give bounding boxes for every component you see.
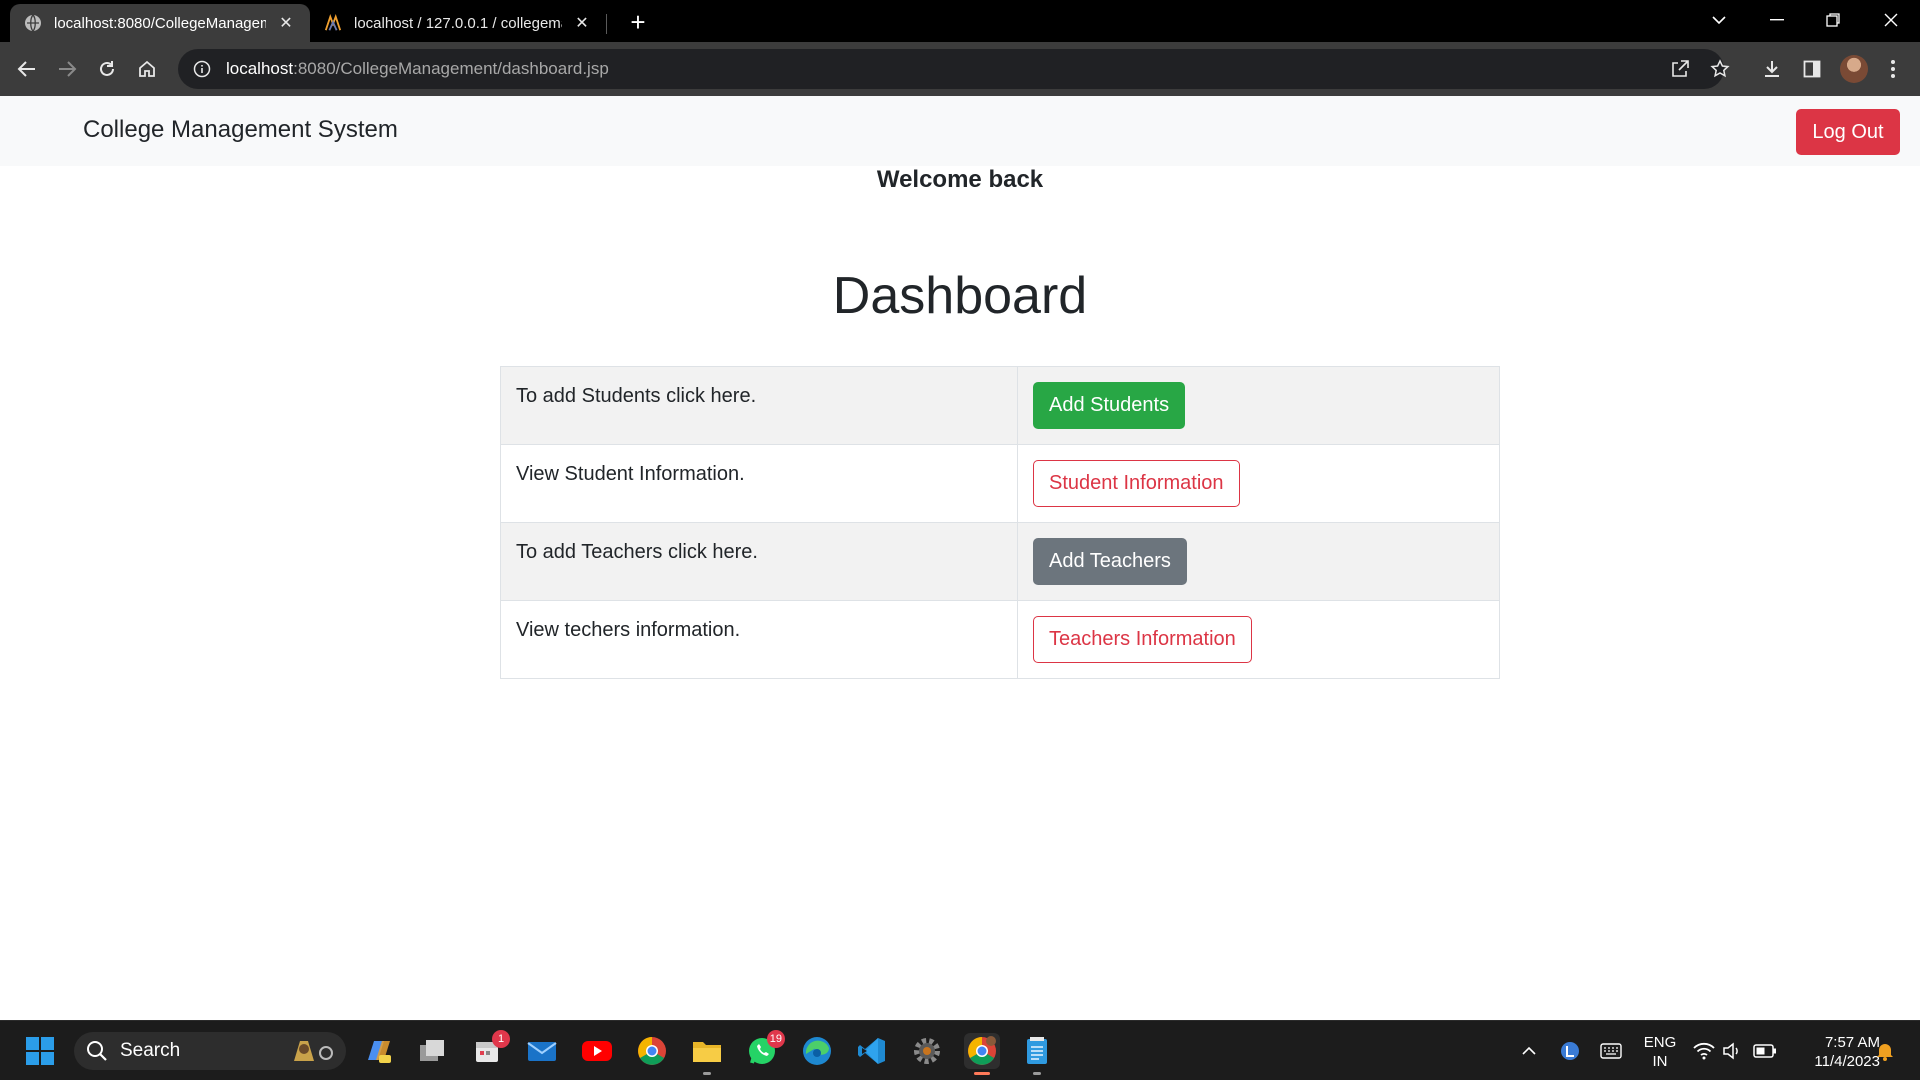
row-action-cell: Add Teachers: [1017, 522, 1500, 601]
region-code: IN: [1652, 1053, 1668, 1070]
site-info-icon[interactable]: [192, 59, 212, 79]
navbar: College Management System Log Out: [0, 96, 1920, 166]
table-row: To add Teachers click here. Add Teachers: [500, 522, 1500, 601]
search-highlight-icon: [286, 1037, 336, 1065]
more-menu-icon[interactable]: [1878, 54, 1908, 84]
calendar-badge: 1: [492, 1030, 510, 1048]
browser-toolbar: localhost:8080/CollegeManagement/dashboa…: [0, 42, 1920, 96]
search-placeholder: Search: [120, 1040, 181, 1061]
forward-arrow-icon[interactable]: [52, 54, 82, 84]
mail-icon[interactable]: [524, 1033, 560, 1069]
download-icon[interactable]: [1757, 54, 1787, 84]
windows-start-icon[interactable]: [22, 1033, 58, 1069]
back-arrow-icon[interactable]: [12, 54, 42, 84]
taskbar: Search 1 19 ENG IN 7:57 AM 11/4/2023: [0, 1020, 1920, 1080]
minimize-icon[interactable]: [1752, 0, 1802, 40]
clock-date: 11/4/2023: [1814, 1053, 1880, 1070]
close-tab-icon[interactable]: ✕: [572, 13, 592, 33]
row-description: To add Teachers click here.: [500, 522, 1018, 601]
system-clock[interactable]: 7:57 AM 11/4/2023: [1790, 1033, 1880, 1071]
row-action-cell: Teachers Information: [1017, 600, 1500, 679]
browser-tab-bar: localhost:8080/CollegeManagem ✕ localhos…: [0, 0, 1920, 42]
chrome-icon[interactable]: [634, 1033, 670, 1069]
web-page: College Management System Log Out Welcom…: [0, 96, 1920, 1020]
copilot-icon[interactable]: [360, 1033, 396, 1069]
profile-avatar[interactable]: [1840, 55, 1868, 83]
running-indicator: [974, 1072, 990, 1075]
reload-icon[interactable]: [92, 54, 122, 84]
language-code: ENG: [1643, 1034, 1677, 1051]
phpmyadmin-icon: [324, 14, 342, 32]
row-action-cell: Student Information: [1017, 444, 1500, 523]
tray-app-icon[interactable]: [1558, 1021, 1582, 1080]
teachers-information-button[interactable]: Teachers Information: [1033, 616, 1252, 663]
clock-time: 7:57 AM: [1824, 1034, 1880, 1051]
dashboard-table: To add Students click here. Add Students…: [500, 366, 1500, 679]
restore-icon[interactable]: [1808, 0, 1858, 40]
youtube-icon[interactable]: [579, 1033, 615, 1069]
running-indicator: [703, 1072, 711, 1075]
new-tab-plus-icon[interactable]: +: [624, 7, 652, 37]
task-view-icon[interactable]: [414, 1033, 450, 1069]
navbar-brand[interactable]: College Management System: [83, 116, 398, 144]
calendar-app-icon[interactable]: 1: [469, 1030, 510, 1069]
welcome-heading: Welcome back: [876, 166, 1044, 193]
settings-gear-icon[interactable]: [909, 1033, 945, 1069]
row-description: View Student Information.: [500, 444, 1018, 523]
student-information-button[interactable]: Student Information: [1033, 460, 1240, 507]
running-indicator: [1033, 1072, 1041, 1075]
browser-tab-title: localhost / 127.0.0.1 / collegema: [354, 14, 562, 32]
taskbar-search-box[interactable]: Search: [74, 1032, 346, 1070]
browser-tab-2[interactable]: localhost / 127.0.0.1 / collegema ✕: [310, 4, 606, 42]
address-bar[interactable]: localhost:8080/CollegeManagement/dashboa…: [178, 49, 1730, 89]
table-row: View Student Information. Student Inform…: [500, 444, 1500, 523]
notification-bell-icon[interactable]: [1872, 1021, 1898, 1080]
page-title: Dashboard: [832, 267, 1088, 325]
tab-search-chevron-icon[interactable]: [1694, 0, 1744, 40]
vscode-icon[interactable]: [854, 1033, 890, 1069]
close-window-icon[interactable]: [1866, 0, 1916, 40]
browser-tab-title: localhost:8080/CollegeManagem: [54, 14, 266, 32]
table-row: View techers information. Teachers Infor…: [500, 600, 1500, 679]
show-hidden-icons-chevron[interactable]: [1518, 1021, 1540, 1080]
keyboard-icon[interactable]: [1598, 1021, 1624, 1080]
wifi-icon[interactable]: [1692, 1021, 1716, 1080]
add-students-button[interactable]: Add Students: [1033, 382, 1186, 429]
edge-icon[interactable]: [799, 1033, 835, 1069]
side-panel-icon[interactable]: [1797, 54, 1827, 84]
home-icon[interactable]: [132, 54, 162, 84]
url-host: localhost: [226, 59, 294, 78]
volume-icon[interactable]: [1720, 1021, 1744, 1080]
file-explorer-icon[interactable]: [689, 1033, 725, 1075]
language-indicator[interactable]: ENG IN: [1640, 1033, 1680, 1071]
globe-icon: [24, 14, 42, 32]
close-tab-icon[interactable]: ✕: [276, 13, 296, 33]
row-description: View techers information.: [500, 600, 1018, 679]
table-row: To add Students click here. Add Students: [500, 366, 1500, 445]
share-icon[interactable]: [1668, 57, 1692, 81]
battery-icon[interactable]: [1752, 1021, 1778, 1080]
whatsapp-icon[interactable]: 19: [744, 1030, 785, 1069]
notepad-icon[interactable]: [1019, 1033, 1055, 1075]
tab-separator: [606, 14, 607, 34]
search-icon: [87, 1041, 107, 1061]
add-teachers-button[interactable]: Add Teachers: [1033, 538, 1187, 585]
chrome-active-icon[interactable]: [964, 1033, 1000, 1075]
bookmark-star-icon[interactable]: [1708, 57, 1732, 81]
logout-button[interactable]: Log Out: [1796, 109, 1900, 155]
row-action-cell: Add Students: [1017, 366, 1500, 445]
browser-tab-1[interactable]: localhost:8080/CollegeManagem ✕: [10, 4, 310, 42]
row-description: To add Students click here.: [500, 366, 1018, 445]
url-path: :8080/CollegeManagement/dashboard.jsp: [293, 59, 609, 78]
whatsapp-badge: 19: [766, 1030, 785, 1048]
